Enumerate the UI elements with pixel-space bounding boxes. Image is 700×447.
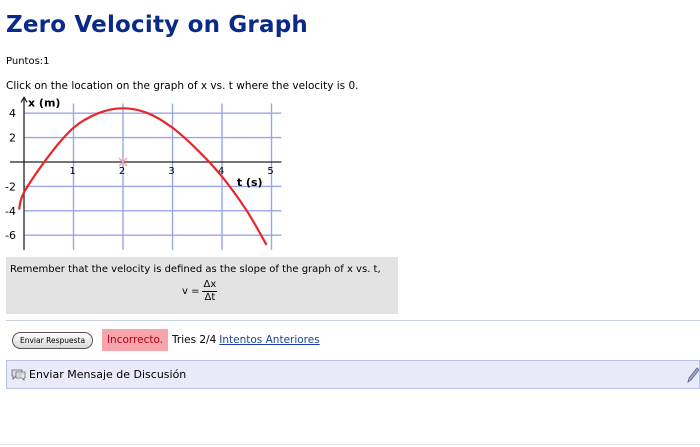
formula-denominator: Δt — [204, 292, 216, 303]
divider — [6, 320, 700, 321]
question-prompt: Click on the location on the graph of x … — [6, 80, 359, 92]
hint-text: Remember that the velocity is defined as… — [10, 264, 381, 275]
footer-divider — [0, 444, 700, 445]
tries-info: Tries 2/4 Intentos Anteriores — [172, 334, 320, 346]
formula-fraction: Δx Δt — [202, 279, 218, 304]
status-badge: Incorrecto. — [102, 329, 168, 351]
tries-count: Tries 2/4 — [172, 334, 217, 346]
x-axis-label: t (s) — [237, 176, 263, 189]
formula-lhs: v = — [182, 286, 200, 297]
pencil-icon[interactable] — [687, 367, 699, 383]
y-tick-label: -4 — [5, 205, 16, 218]
graph-tick-labels: 42-2-4-61 2 3 4 5 — [5, 107, 274, 242]
position-time-graph[interactable]: 42-2-4-61 2 3 4 5 x (m) t (s) — [0, 92, 290, 262]
previous-attempts-link[interactable]: Intentos Anteriores — [219, 334, 319, 346]
x-tick-label: 3 — [168, 166, 174, 177]
hint-box: Remember that the velocity is defined as… — [6, 257, 398, 314]
y-tick-label: 2 — [9, 132, 16, 145]
y-axis-label: x (m) — [28, 96, 60, 109]
x-tick-label: 5 — [267, 166, 273, 177]
formula-numerator: Δx — [202, 279, 218, 292]
x-tick-label: 1 — [69, 166, 75, 177]
submit-answer-button[interactable]: Enviar Respuesta — [12, 332, 94, 349]
discussion-icon — [11, 369, 26, 381]
page-title: Zero Velocity on Graph — [6, 12, 308, 38]
position-curve — [18, 107, 268, 246]
points-label: Puntos:1 — [6, 56, 50, 67]
discussion-label: Enviar Mensaje de Discusión — [29, 368, 187, 381]
velocity-formula: v = Δx Δt — [182, 279, 218, 304]
y-tick-label: -2 — [5, 180, 16, 193]
discussion-bar[interactable]: Enviar Mensaje de Discusión — [6, 360, 700, 389]
graph-axes — [10, 96, 282, 250]
x-tick-label: 2 — [119, 166, 125, 177]
y-tick-label: 4 — [9, 107, 16, 120]
y-tick-label: -6 — [5, 229, 16, 242]
